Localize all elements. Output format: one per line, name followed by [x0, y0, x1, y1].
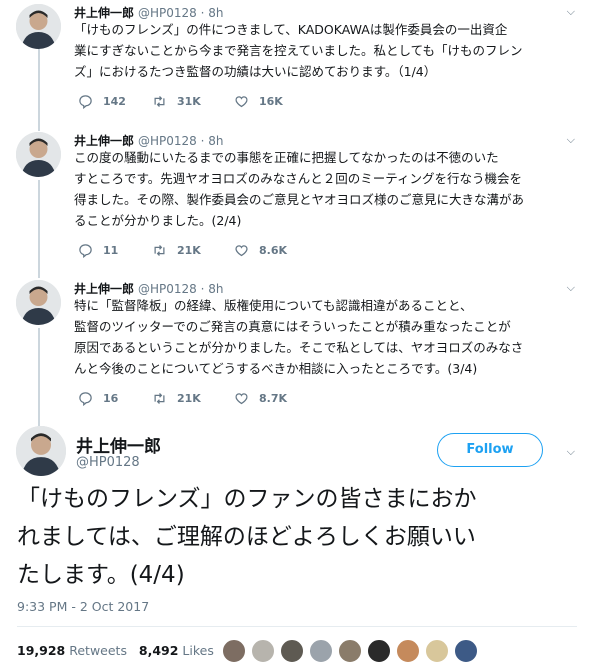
retweets-count[interactable]: 19,928 — [17, 643, 65, 658]
retweet-button[interactable]: 21K — [152, 243, 201, 258]
liker-avatar[interactable] — [367, 639, 391, 663]
tweet-text-line: この度の騒動にいたるまでの事態を正確に把握してなかったのは不徳のいた — [74, 150, 499, 165]
author-handle-time[interactable]: @HP0128 · 8h — [138, 282, 223, 296]
retweet-button[interactable]: 21K — [152, 391, 201, 406]
author-handle-time[interactable]: @HP0128 · 8h — [138, 134, 223, 148]
liker-avatar[interactable] — [222, 639, 246, 663]
thread-tweet-2[interactable]: 井上伸一郎 @HP0128 · 8h ⌵ この度の騒動にいたるまでの事態を正確に把… — [0, 128, 595, 268]
reply-button[interactable]: 142 — [78, 94, 126, 109]
reply-count: 142 — [103, 95, 126, 108]
tweet-text: 「けものフレンズ」のファンの皆さまにおか れましては、ご理解のほどよろしくお願い… — [17, 480, 577, 594]
tweet-text-line: ズ」におけるたつき監督の功績は大いに認めております。（1/4） — [74, 64, 437, 79]
retweet-count: 31K — [177, 95, 201, 108]
reply-button[interactable]: 11 — [78, 243, 118, 258]
likes-label[interactable]: Likes — [182, 643, 213, 658]
tweet-timestamp[interactable]: 9:33 PM - 2 Oct 2017 — [17, 599, 149, 614]
follow-button[interactable]: Follow — [437, 433, 543, 467]
like-count: 8.6K — [259, 244, 288, 257]
reply-icon — [79, 392, 92, 406]
heart-icon — [235, 96, 248, 108]
chevron-down-icon[interactable]: ⌵ — [567, 5, 575, 19]
like-button[interactable]: 8.6K — [234, 243, 287, 258]
chevron-down-icon[interactable]: ⌵ — [567, 445, 575, 459]
retweet-count: 21K — [177, 244, 201, 257]
tweet-text-line: ることが分かりました。(2/4) — [74, 213, 242, 228]
author-handle-time[interactable]: @HP0128 · 8h — [138, 6, 223, 20]
tweet-text-line: 業にすぎないことから今まで発言を控えていました。私としても「けものフレン — [74, 43, 523, 58]
like-count: 8.7K — [259, 392, 288, 405]
engagement-stats: 19,928 Retweets 8,492 Likes — [17, 643, 214, 658]
reply-button[interactable]: 16 — [78, 391, 118, 406]
chevron-down-icon[interactable]: ⌵ — [567, 133, 575, 147]
liker-avatar[interactable] — [280, 639, 304, 663]
heart-icon — [235, 245, 248, 257]
tweet-text-line: たします。(4/4) — [17, 562, 185, 588]
liker-avatar[interactable] — [454, 639, 478, 663]
liker-avatar[interactable] — [338, 639, 362, 663]
tweet-text-line: 得ました。その際、製作委員会のご意見とヤオヨロズ様のご意見に大きな溝があ — [74, 192, 525, 207]
retweet-icon — [154, 96, 165, 107]
tweet-text-line: んと今後のことについてどうするべきか相談に入ったところです。(3/4) — [74, 361, 478, 376]
heart-icon — [235, 393, 248, 405]
tweet-text-line: 原因であるということが分かりました。そこで私としては、ヤオヨロズのみなさ — [74, 340, 524, 355]
like-button[interactable]: 8.7K — [234, 391, 287, 406]
reply-count: 11 — [103, 244, 119, 257]
thread-tweet-1[interactable]: 井上伸一郎 @HP0128 · 8h ⌵ 「けものフレンズ」の件につきまして、KA… — [0, 0, 595, 120]
reply-icon — [79, 244, 92, 258]
liker-avatar[interactable] — [396, 639, 420, 663]
author-name[interactable]: 井上伸一郎 — [74, 6, 134, 20]
retweet-icon — [154, 245, 165, 256]
tweet-text-line: れましては、ご理解のほどよろしくお願いい — [17, 524, 476, 550]
avatar[interactable] — [16, 280, 61, 325]
tweet-text-line: 特に「監督降板」の経緯、版権使用についても認識相違があることと、 — [74, 298, 473, 313]
chevron-down-icon[interactable]: ⌵ — [567, 281, 575, 295]
tweet-text-line: 「けものフレンズ」のファンの皆さまにおか — [17, 486, 477, 512]
author-handle[interactable]: @HP0128 — [76, 455, 140, 470]
like-count: 16K — [259, 95, 283, 108]
likes-count[interactable]: 8,492 — [139, 643, 179, 658]
avatar[interactable] — [16, 4, 61, 49]
tweet-text: 特に「監督降板」の経緯、版権使用についても認識相違があることと、 監督のツイッタ… — [74, 295, 574, 379]
author-name[interactable]: 井上伸一郎 — [74, 282, 134, 296]
author-name[interactable]: 井上伸一郎 — [76, 432, 161, 457]
avatar[interactable] — [16, 426, 66, 476]
author-name[interactable]: 井上伸一郎 — [74, 134, 134, 148]
retweet-button[interactable]: 31K — [152, 94, 201, 109]
retweets-label[interactable]: Retweets — [69, 643, 127, 658]
tweet-text-line: すところです。先週ヤオヨロズのみなさんと２回のミーティングを行なう機会を — [74, 171, 523, 186]
tweet-text: 「けものフレンズ」の件につきまして、KADOKAWAは製作委員会の一出資企 業に… — [74, 19, 574, 82]
retweet-icon — [154, 393, 165, 404]
retweet-count: 21K — [177, 392, 201, 405]
reply-count: 16 — [103, 392, 119, 405]
tweet-text: この度の騒動にいたるまでの事態を正確に把握してなかったのは不徳のいた すところで… — [74, 147, 574, 231]
liker-avatar[interactable] — [251, 639, 275, 663]
liker-avatar[interactable] — [309, 639, 333, 663]
tweet-text-line: 監督のツイッターでのご発言の真意にはそういったことが積み重なったことが — [74, 319, 511, 334]
tweet-text-line: 「けものフレンズ」の件につきまして、KADOKAWAは製作委員会の一出資企 — [74, 22, 508, 37]
divider — [17, 626, 577, 627]
liker-avatar[interactable] — [425, 639, 449, 663]
avatar[interactable] — [16, 132, 61, 177]
like-button[interactable]: 16K — [234, 94, 283, 109]
reply-icon — [79, 95, 92, 109]
thread-tweet-3[interactable]: 井上伸一郎 @HP0128 · 8h ⌵ 特に「監督降板」の経緯、版権使用について… — [0, 276, 595, 416]
